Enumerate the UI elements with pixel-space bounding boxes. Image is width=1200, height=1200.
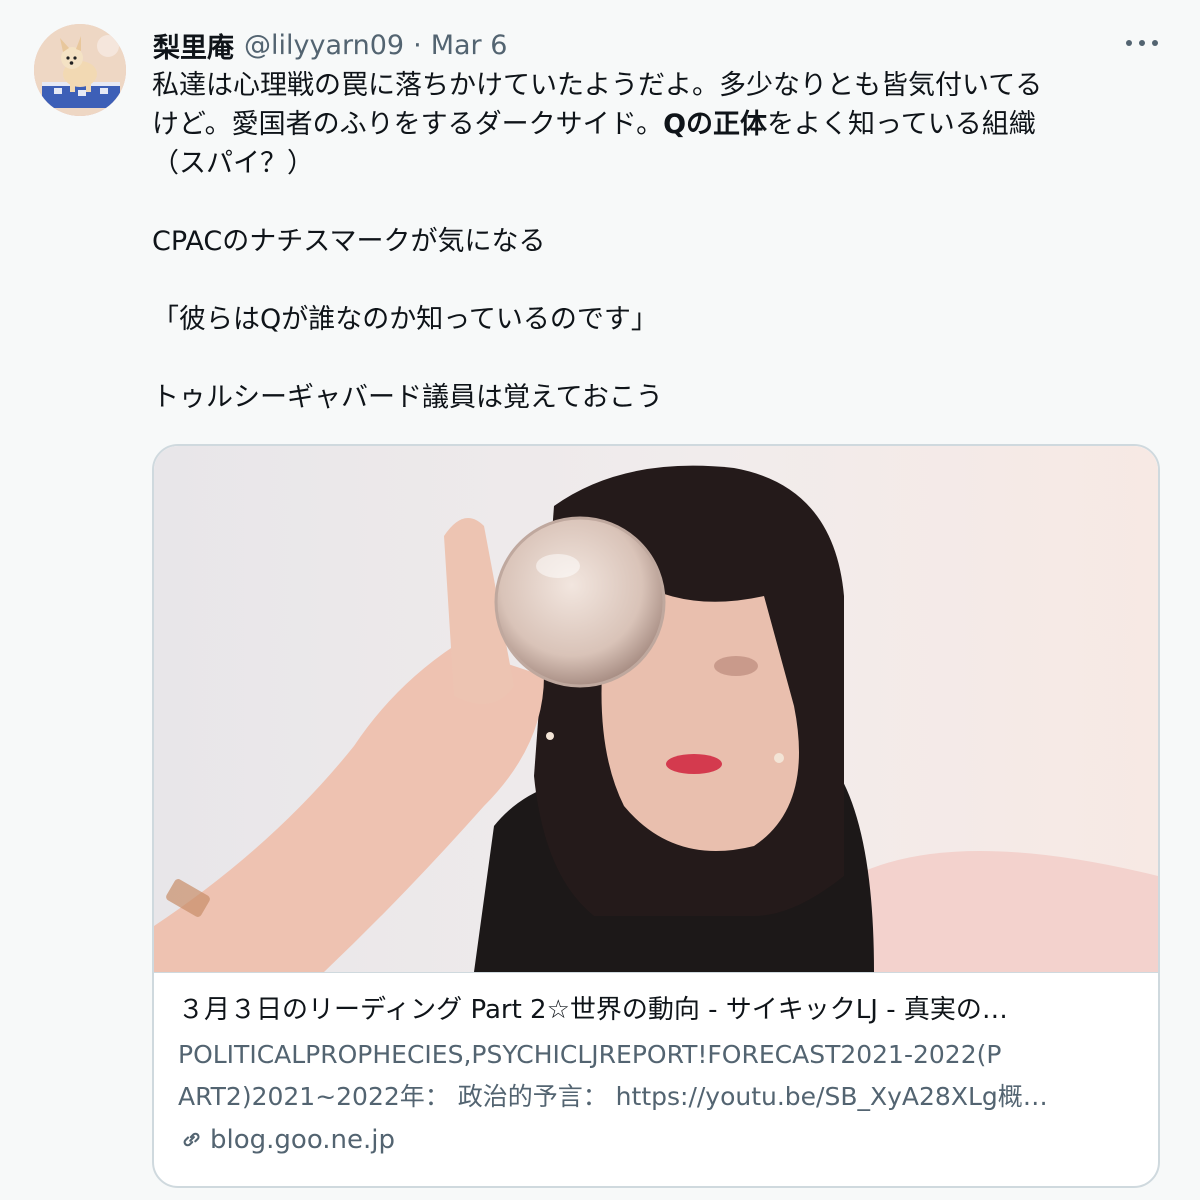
- tweet: 梨里庵 @lilyyarn09 · Mar 6 私達は心理戦の罠に落ちかけていた…: [0, 0, 1200, 1200]
- more-horizontal-icon-dot: [1152, 40, 1158, 46]
- more-horizontal-icon-dot: [1139, 40, 1145, 46]
- separator-dot: ·: [413, 29, 422, 61]
- tweet-header: 梨里庵 @lilyyarn09 · Mar 6: [153, 25, 507, 65]
- card-divider: [154, 972, 1158, 973]
- more-horizontal-icon: [1126, 40, 1132, 46]
- card-description-line: POLITICALPROPHECIES,PSYCHICLJREPORT!FORE…: [178, 1040, 1002, 1069]
- tweet-text-line: けど。愛国者のふりをするダークサイド。Qの正体をよく知っている組織: [152, 105, 1162, 144]
- avatar-dog-image: [34, 24, 126, 116]
- link-preview-card[interactable]: ３月３日のリーディング Part 2☆世界の動向 - サイキックLJ - 真実の…: [152, 444, 1160, 1188]
- card-text: ３月３日のリーディング Part 2☆世界の動向 - サイキックLJ - 真実の…: [178, 990, 1138, 1160]
- card-description: POLITICALPROPHECIES,PSYCHICLJREPORT!FORE…: [178, 1034, 1138, 1118]
- tweet-text-line: トゥルシーギャバード議員は覚えておこう: [152, 382, 663, 413]
- card-thumbnail-image: [154, 446, 1158, 972]
- tweet-text-line: 私達は心理戦の罠に落ちかけていたようだよ。多少なりとも皆気付いてる: [152, 70, 1043, 101]
- tweet-text-segment: をよく知っている組織: [767, 109, 1036, 140]
- tweet-text-bold: Qの正体: [663, 109, 768, 140]
- tweet-text-line: 「彼らはQが誰なのか知っているのです」: [152, 304, 658, 335]
- tweet-text: 私達は心理戦の罠に落ちかけていたようだよ。多少なりとも皆気付いてる けど。愛国者…: [152, 66, 1162, 417]
- avatar[interactable]: [34, 24, 126, 116]
- display-name[interactable]: 梨里庵: [153, 26, 234, 65]
- tweet-text-line: CPACのナチスマークが気になる: [152, 226, 546, 257]
- card-title[interactable]: ３月３日のリーディング Part 2☆世界の動向 - サイキックLJ - 真実の…: [178, 990, 1138, 1030]
- user-handle[interactable]: @lilyyarn09: [244, 30, 404, 61]
- tweet-text-segment: けど。愛国者のふりをするダークサイド。: [152, 109, 664, 140]
- card-domain: blog.goo.ne.jp: [178, 1120, 1138, 1160]
- link-icon: [183, 1132, 200, 1147]
- card-thumbnail[interactable]: [154, 446, 1158, 972]
- tweet-date[interactable]: Mar 6: [431, 30, 508, 61]
- card-domain-text[interactable]: blog.goo.ne.jp: [210, 1125, 395, 1155]
- tweet-text-line: （スパイ？）: [152, 148, 314, 179]
- card-description-line: ART2)2021~2022年： 政治的予言： https://youtu.be…: [178, 1082, 1048, 1111]
- more-options-button[interactable]: [1122, 30, 1162, 56]
